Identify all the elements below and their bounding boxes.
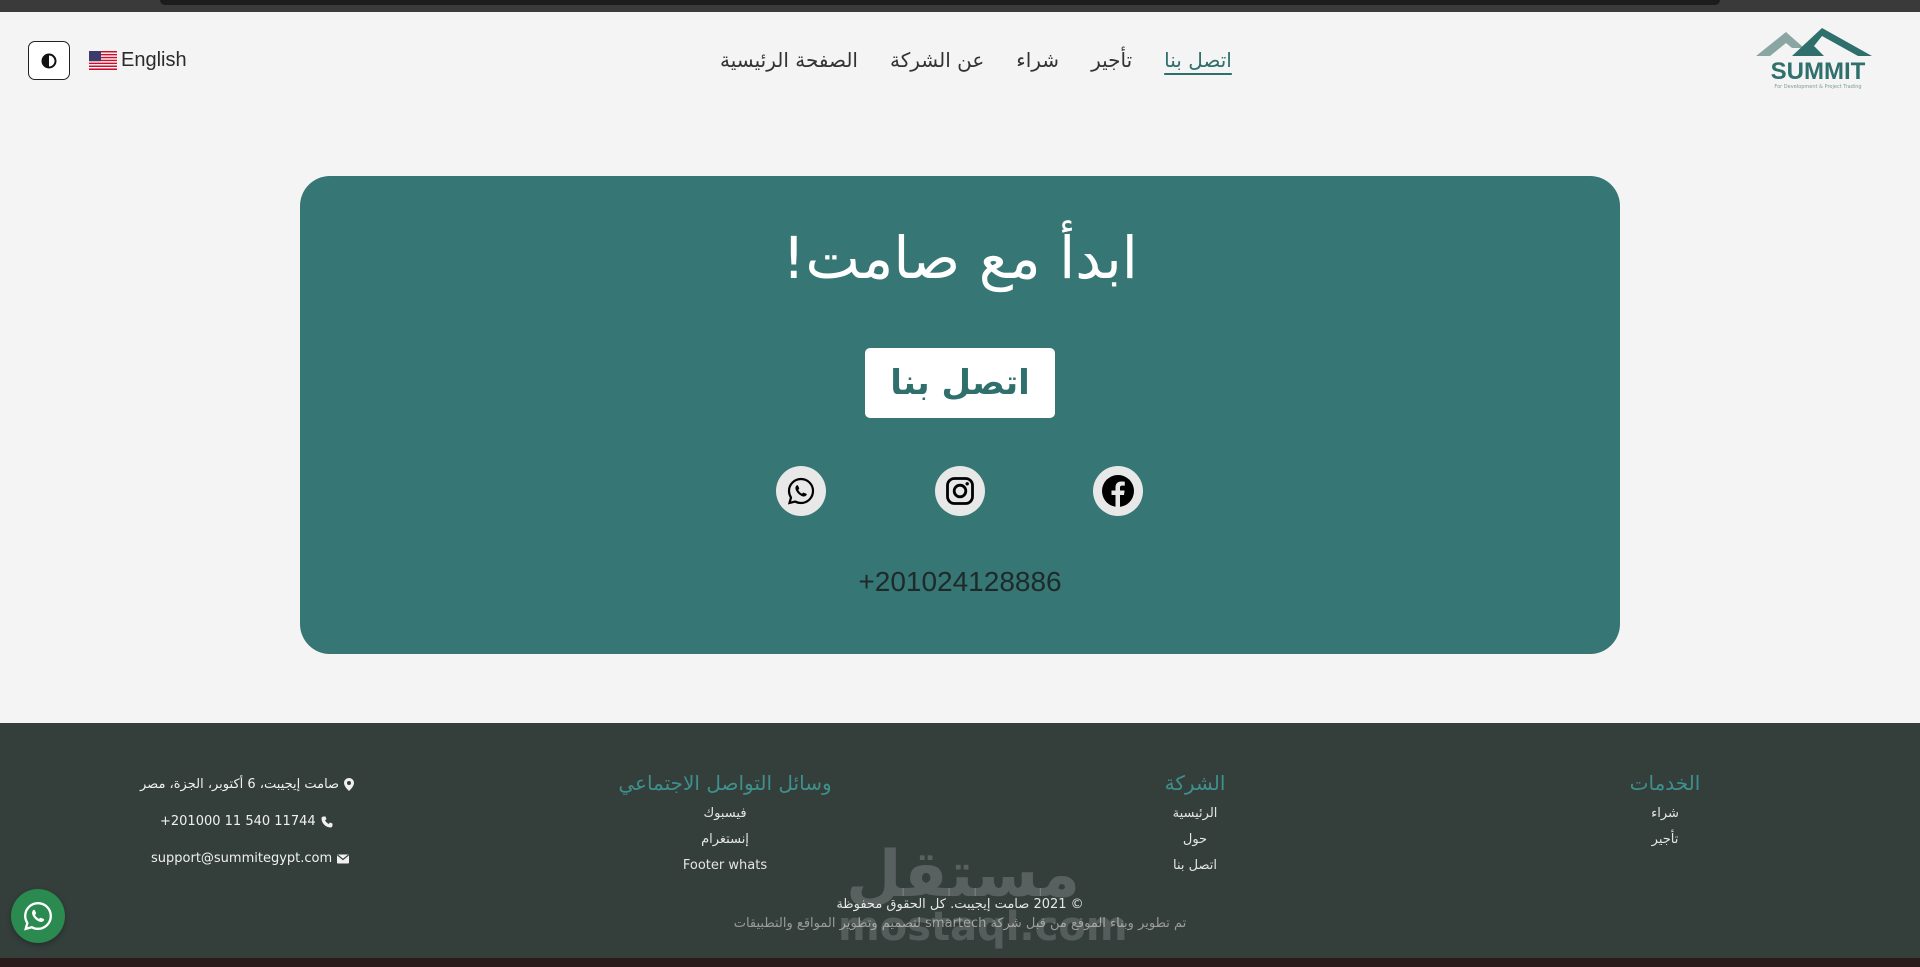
footer-company: الشركة الرئيسية حول اتصل بنا bbox=[1130, 771, 1260, 879]
instagram-link[interactable] bbox=[935, 466, 985, 516]
footer-link-buy[interactable]: شراء bbox=[1600, 801, 1730, 827]
hero-phone-number[interactable]: +201024128886 bbox=[300, 566, 1620, 598]
footer-link-about[interactable]: حول bbox=[1130, 827, 1260, 853]
floating-whatsapp-button[interactable] bbox=[11, 889, 65, 943]
footer-address: صامت إيجيبت، 6 أكتوبر، الجزة، مصر bbox=[140, 777, 355, 792]
facebook-link[interactable] bbox=[1093, 466, 1143, 516]
footer-link-instagram[interactable]: إنستغرام bbox=[600, 827, 850, 853]
nav-about[interactable]: عن الشركة bbox=[890, 48, 984, 72]
footer-link-home[interactable]: الرئيسية bbox=[1130, 801, 1260, 827]
footer-link-contact[interactable]: اتصل بنا bbox=[1130, 853, 1260, 879]
footer-email[interactable]: support@summitegypt.com bbox=[151, 851, 350, 866]
us-flag-icon bbox=[89, 50, 117, 70]
main-nav: الصفحة الرئيسية عن الشركة شراء تأجير اتص… bbox=[720, 42, 1232, 78]
cta-card: ابدأ مع صامت! اتصل بنا +201024128886 bbox=[300, 176, 1620, 654]
footer-phone-text: +201000 11 540 11744 bbox=[160, 814, 316, 829]
language-switcher[interactable]: English bbox=[89, 46, 187, 74]
footer-social: وسائل التواصل الاجتماعي فيسبوك إنستغرام … bbox=[600, 771, 850, 879]
hero-title: ابدأ مع صامت! bbox=[782, 224, 1138, 292]
footer-company-title: الشركة bbox=[1164, 771, 1226, 795]
whatsapp-icon bbox=[24, 902, 52, 931]
footer-credit: تم تطوير وبناء الموقع من قبل شركة smarte… bbox=[733, 916, 1187, 931]
map-pin-icon bbox=[344, 778, 355, 791]
nav-buy[interactable]: شراء bbox=[1016, 48, 1059, 72]
browser-bottom-strip bbox=[0, 958, 1920, 967]
whatsapp-icon bbox=[787, 477, 815, 505]
site-footer: الخدمات شراء تأجير الشركة الرئيسية حول ا… bbox=[0, 723, 1920, 967]
phone-icon bbox=[321, 816, 333, 827]
footer-link-whatsapp[interactable]: Footer whats bbox=[600, 853, 850, 879]
summit-logo[interactable]: SUMMIT For Development & Project Trading bbox=[1752, 22, 1878, 96]
language-label: English bbox=[121, 48, 187, 71]
nav-rent[interactable]: تأجير bbox=[1091, 48, 1132, 72]
nav-home[interactable]: الصفحة الرئيسية bbox=[720, 48, 858, 72]
footer-link-rent[interactable]: تأجير bbox=[1600, 827, 1730, 853]
envelope-icon bbox=[337, 854, 350, 863]
footer-link-facebook[interactable]: فيسبوك bbox=[600, 801, 850, 827]
footer-email-text: support@summitegypt.com bbox=[151, 851, 333, 866]
instagram-icon bbox=[946, 477, 974, 505]
logo-text: SUMMIT bbox=[1770, 58, 1866, 85]
contact-us-button[interactable]: اتصل بنا bbox=[865, 348, 1055, 418]
contrast-toggle-icon bbox=[41, 53, 57, 68]
browser-top-strip bbox=[0, 0, 1920, 12]
facebook-icon bbox=[1102, 475, 1134, 508]
footer-phone[interactable]: +201000 11 540 11744 bbox=[160, 814, 333, 829]
theme-toggle-button[interactable] bbox=[28, 41, 70, 80]
footer-services-title: الخدمات bbox=[1629, 771, 1701, 795]
logo-tagline: For Development & Project Trading bbox=[1774, 84, 1862, 90]
footer-social-title: وسائل التواصل الاجتماعي bbox=[618, 771, 832, 795]
site-header: English الصفحة الرئيسية عن الشركة شراء ت… bbox=[0, 12, 1920, 108]
footer-services: الخدمات شراء تأجير bbox=[1600, 771, 1730, 853]
footer-copyright: © 2021 صامت إيجيبت. كل الحقوق محفوظة bbox=[836, 897, 1084, 912]
footer-address-text: صامت إيجيبت، 6 أكتوبر، الجزة، مصر bbox=[140, 777, 340, 792]
top-strip-inner bbox=[160, 0, 1720, 5]
nav-contact[interactable]: اتصل بنا bbox=[1164, 48, 1232, 72]
whatsapp-link[interactable] bbox=[776, 466, 826, 516]
